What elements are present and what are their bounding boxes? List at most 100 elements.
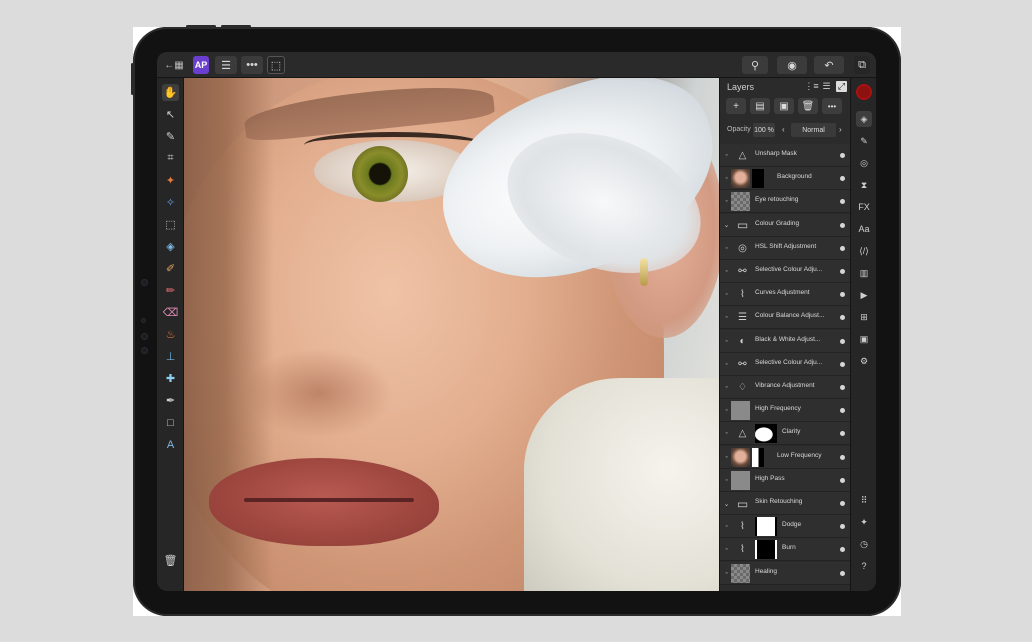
clone-icon[interactable]: ⊥ bbox=[162, 348, 179, 365]
layer-row[interactable]: ⌄ ▭ Colour Grading bbox=[720, 213, 851, 237]
layer-row[interactable]: ◦ Eye retouching bbox=[720, 190, 851, 214]
opacity-value[interactable]: 100 % bbox=[753, 123, 775, 137]
hand-icon[interactable]: ✋ bbox=[162, 84, 179, 101]
layer-row[interactable]: ⌄ ▭ Skin Retouching bbox=[720, 492, 851, 515]
selection-brush-icon[interactable]: ✦ bbox=[162, 172, 179, 189]
brush-icon[interactable]: ✎ bbox=[856, 133, 872, 149]
visibility-toggle-icon[interactable] bbox=[840, 292, 845, 298]
marquee-tool-icon[interactable]: ⬚ bbox=[162, 216, 179, 233]
help-icon[interactable]: ? bbox=[856, 558, 872, 574]
layer-more-button[interactable]: ••• bbox=[822, 98, 842, 114]
layer-expand-icon[interactable]: ⌄ bbox=[722, 221, 731, 230]
layer-expand-icon[interactable]: ◦ bbox=[722, 244, 731, 253]
ellipsis-icon[interactable]: ••• bbox=[241, 56, 263, 74]
layer-row[interactable]: ◦ High Frequency bbox=[720, 399, 851, 423]
layer-row[interactable]: ◦ △ Clarity bbox=[720, 422, 851, 446]
visibility-toggle-icon[interactable] bbox=[840, 477, 845, 483]
layer-row[interactable]: ◦ ☰ Colour Balance Adjust... bbox=[720, 306, 851, 330]
macro-icon[interactable]: ⚙ bbox=[856, 353, 872, 369]
transform-icon[interactable]: ⧗ bbox=[856, 177, 872, 193]
color-picker-icon[interactable]: ✎ bbox=[162, 128, 179, 145]
app-icon[interactable]: AP bbox=[193, 56, 209, 74]
layer-row[interactable]: ◦ Healing bbox=[720, 561, 851, 585]
blend-prev-icon[interactable]: ‹ bbox=[782, 125, 785, 134]
export-icon[interactable]: ⧉ bbox=[854, 56, 870, 74]
zoom-icon[interactable]: ⚲ bbox=[742, 56, 768, 74]
view-icon[interactable]: ◉ bbox=[777, 56, 807, 74]
channels-icon[interactable]: ▶ bbox=[856, 287, 872, 303]
navigator-icon[interactable]: ◎ bbox=[856, 155, 872, 171]
layer-expand-icon[interactable]: ◦ bbox=[722, 476, 731, 485]
layer-row[interactable]: ◦ ◐ Black & White Adjust... bbox=[720, 329, 851, 353]
layer-row[interactable]: ◦ High Pass bbox=[720, 468, 851, 492]
layer-expand-icon[interactable]: ◦ bbox=[722, 290, 731, 299]
layer-expand-icon[interactable]: ◦ bbox=[722, 267, 731, 276]
visibility-toggle-icon[interactable] bbox=[840, 431, 845, 437]
color-swatch[interactable] bbox=[856, 84, 872, 100]
layer-row[interactable]: ◦ ◎ HSL Shift Adjustment bbox=[720, 236, 851, 260]
layer-expand-icon[interactable]: ⌄ bbox=[722, 499, 731, 508]
healing-icon[interactable]: ✚ bbox=[162, 370, 179, 387]
visibility-toggle-icon[interactable] bbox=[840, 385, 845, 390]
layer-expand-icon[interactable]: ◦ bbox=[722, 197, 731, 206]
layer-expand-icon[interactable]: ◦ bbox=[722, 406, 731, 415]
visibility-toggle-icon[interactable] bbox=[840, 547, 845, 553]
stock-icon[interactable]: ⊞ bbox=[856, 309, 872, 325]
back-grid-icon[interactable]: ←▦ bbox=[163, 56, 185, 74]
layer-expand-icon[interactable]: ◦ bbox=[722, 569, 731, 578]
erase-icon[interactable]: ⌫ bbox=[162, 304, 179, 321]
layer-expand-icon[interactable]: ◦ bbox=[722, 151, 731, 160]
text-icon[interactable]: A bbox=[162, 436, 179, 453]
layers-icon[interactable]: ◈ bbox=[856, 111, 872, 127]
layer-expand-icon[interactable]: ◦ bbox=[722, 522, 731, 531]
layer-row[interactable]: ◦ Background bbox=[720, 167, 851, 191]
panel-menu-icon[interactable]: ⋮≡ bbox=[804, 81, 818, 92]
layer-row[interactable]: ◦ Low Frequency bbox=[720, 445, 851, 469]
history-icon[interactable]: ◷ bbox=[856, 536, 872, 552]
layer-expand-icon[interactable]: ◦ bbox=[722, 383, 731, 392]
assets-icon[interactable]: ▣ bbox=[856, 331, 872, 347]
marquee-icon[interactable]: ⬚ bbox=[267, 56, 285, 74]
layer-row[interactable]: ◦ ⌇ Curves Adjustment bbox=[720, 283, 851, 307]
visibility-toggle-icon[interactable] bbox=[840, 501, 845, 506]
undo-icon[interactable]: ↶ bbox=[814, 56, 844, 74]
pixel-brush-icon[interactable]: ✏ bbox=[162, 282, 179, 299]
visibility-toggle-icon[interactable] bbox=[840, 269, 845, 274]
paint-brush-icon[interactable]: ✐ bbox=[162, 260, 179, 277]
visibility-toggle-icon[interactable] bbox=[840, 454, 845, 460]
layer-row[interactable]: ◦ ♢ Vibrance Adjustment bbox=[720, 376, 851, 399]
hamburger-icon[interactable]: ☰ bbox=[215, 56, 237, 74]
mask-layer-button[interactable]: ▣ bbox=[774, 98, 794, 114]
text-style-icon[interactable]: ⟨/⟩ bbox=[856, 243, 872, 259]
visibility-toggle-icon[interactable] bbox=[840, 570, 845, 576]
layer-expand-icon[interactable]: ◦ bbox=[722, 313, 731, 322]
visibility-toggle-icon[interactable] bbox=[840, 361, 845, 367]
snapping-icon[interactable]: ✦ bbox=[856, 514, 872, 530]
trash-icon[interactable]: 🗑 bbox=[162, 552, 179, 569]
visibility-toggle-icon[interactable] bbox=[840, 524, 845, 530]
grid-icon[interactable]: ⠿ bbox=[856, 492, 872, 508]
blend-mode-select[interactable]: Normal bbox=[791, 123, 836, 137]
layer-row[interactable]: ◦ ⌇ Burn bbox=[720, 538, 851, 562]
expand-icon[interactable]: ⤢ bbox=[836, 81, 847, 92]
list-view-icon[interactable]: ☰ bbox=[821, 81, 832, 92]
move-icon[interactable]: ↖ bbox=[162, 106, 179, 123]
flood-select-icon[interactable]: ✧ bbox=[162, 194, 179, 211]
rectangle-icon[interactable]: □ bbox=[162, 414, 179, 431]
visibility-toggle-icon[interactable] bbox=[840, 176, 845, 182]
crop-icon[interactable]: ⌗ bbox=[162, 150, 179, 167]
visibility-toggle-icon[interactable] bbox=[840, 338, 845, 344]
layer-row[interactable]: ◦ ⌇ Dodge bbox=[720, 515, 851, 539]
visibility-toggle-icon[interactable] bbox=[840, 153, 845, 158]
layer-expand-icon[interactable]: ◦ bbox=[722, 429, 731, 438]
visibility-toggle-icon[interactable] bbox=[840, 315, 845, 321]
layer-row[interactable]: ◦ ⚯ Selective Colour Adju... bbox=[720, 260, 851, 283]
fx-icon[interactable]: FX bbox=[856, 199, 872, 215]
group-layer-button[interactable]: ▤ bbox=[750, 98, 770, 114]
layer-expand-icon[interactable]: ◦ bbox=[722, 360, 731, 369]
flood-fill-icon[interactable]: ◈ bbox=[162, 238, 179, 255]
layer-expand-icon[interactable]: ◦ bbox=[722, 545, 731, 554]
blend-next-icon[interactable]: › bbox=[839, 125, 842, 134]
layer-expand-icon[interactable]: ◦ bbox=[722, 453, 731, 462]
layer-expand-icon[interactable]: ◦ bbox=[722, 337, 731, 346]
